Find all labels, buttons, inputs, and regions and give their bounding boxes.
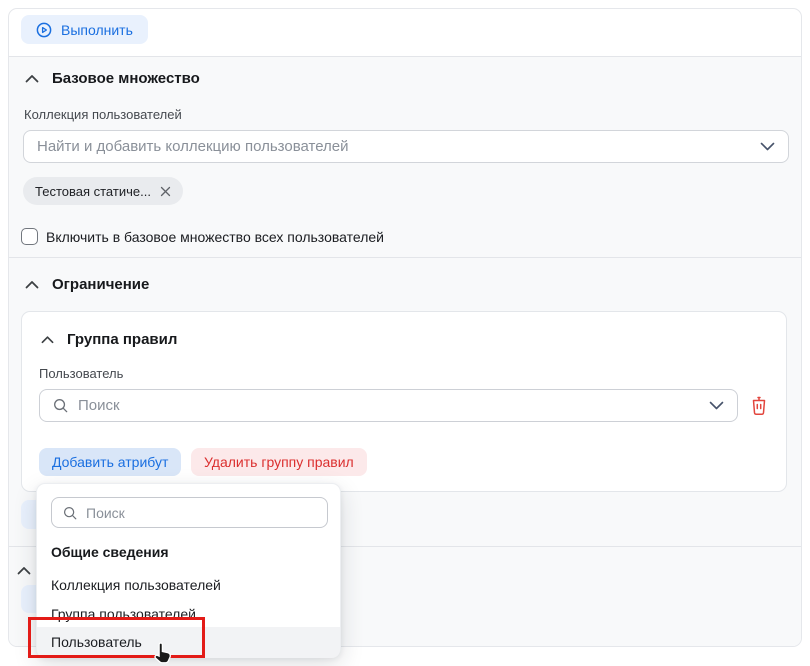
divider bbox=[9, 56, 801, 57]
collection-field-label: Коллекция пользователей bbox=[24, 107, 182, 122]
user-search-input[interactable] bbox=[78, 397, 699, 414]
play-circle-icon bbox=[36, 22, 52, 38]
collection-search-input[interactable] bbox=[37, 138, 750, 155]
chevron-up-icon bbox=[41, 335, 54, 344]
attribute-dropdown: Общие сведения Коллекция пользователей Г… bbox=[36, 483, 341, 657]
include-all-users-label: Включить в базовое множество всех пользо… bbox=[46, 229, 384, 245]
selected-collection-chip: Тестовая статиче... bbox=[23, 177, 183, 205]
run-button[interactable]: Выполнить bbox=[21, 15, 148, 44]
dropdown-item-user-group[interactable]: Группа пользователей bbox=[37, 600, 340, 629]
page: Выполнить Базовое множество Коллекция по… bbox=[0, 0, 810, 666]
add-attribute-button[interactable]: Добавить атрибут bbox=[39, 448, 181, 476]
run-button-label: Выполнить bbox=[61, 22, 133, 38]
rule-group-card: Группа правил Пользователь Добавить атри… bbox=[21, 311, 787, 492]
chevron-up-icon bbox=[25, 74, 39, 83]
trash-icon bbox=[750, 396, 768, 416]
collection-select[interactable] bbox=[23, 130, 789, 163]
dropdown-item-user[interactable]: Пользователь bbox=[37, 627, 340, 658]
section-title: Базовое множество bbox=[52, 70, 200, 87]
chevron-up-icon[interactable] bbox=[17, 566, 31, 575]
delete-rule-group-button[interactable]: Удалить группу правил bbox=[191, 448, 367, 476]
dropdown-item-user-collection[interactable]: Коллекция пользователей bbox=[37, 571, 340, 600]
hand-cursor-icon bbox=[151, 640, 177, 666]
include-all-users-checkbox[interactable] bbox=[21, 228, 38, 245]
section-header-base-set[interactable]: Базовое множество bbox=[25, 70, 200, 87]
chip-label: Тестовая статиче... bbox=[35, 184, 151, 199]
search-icon bbox=[63, 506, 77, 520]
section-header-restriction[interactable]: Ограничение bbox=[25, 276, 149, 293]
rule-group-title: Группа правил bbox=[67, 331, 177, 348]
user-search-select[interactable] bbox=[39, 389, 738, 422]
dropdown-group-header: Общие сведения bbox=[51, 544, 169, 560]
dropdown-search[interactable] bbox=[51, 497, 328, 528]
delete-rule-button[interactable] bbox=[750, 396, 768, 416]
user-field-label: Пользователь bbox=[39, 366, 123, 381]
chevron-down-icon bbox=[709, 401, 724, 410]
divider bbox=[9, 257, 801, 258]
chevron-up-icon bbox=[25, 280, 39, 289]
dropdown-search-input[interactable] bbox=[86, 505, 316, 521]
chevron-down-icon bbox=[760, 142, 775, 151]
close-icon[interactable] bbox=[160, 186, 171, 197]
rule-group-header[interactable]: Группа правил bbox=[41, 331, 177, 348]
search-icon bbox=[53, 398, 68, 413]
section-title: Ограничение bbox=[52, 276, 149, 293]
